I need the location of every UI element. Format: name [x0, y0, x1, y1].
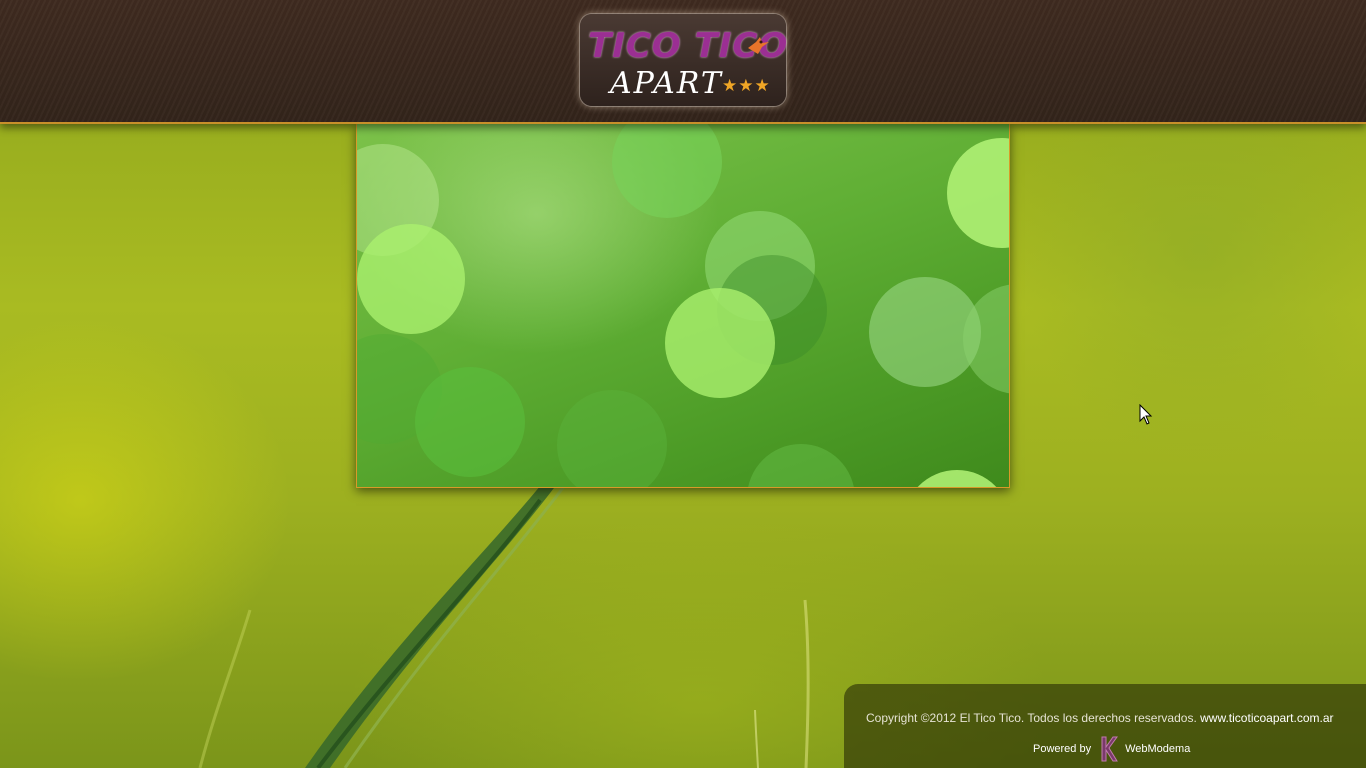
powered-by[interactable]: Powered by WebModema: [1033, 735, 1190, 763]
slideshow-image[interactable]: [356, 124, 1010, 488]
mouse-pointer-icon: [1139, 404, 1153, 425]
bokeh-circle: [357, 224, 465, 334]
bokeh-circle: [903, 470, 1009, 487]
logo-subtitle: APART: [610, 66, 723, 101]
bokeh-circle: [612, 124, 722, 218]
bird-icon: [748, 37, 769, 54]
logo-stars: ★★★: [722, 76, 771, 95]
site-footer: Copyright ©2012 El Tico Tico. Todos los …: [844, 684, 1366, 768]
powered-label: Powered by: [1033, 743, 1092, 755]
powered-brand: WebModema: [1125, 743, 1191, 755]
bokeh-circle: [947, 138, 1009, 248]
bokeh-circle: [557, 390, 667, 487]
site-link[interactable]: www.ticoticoapart.com.ar: [1200, 711, 1333, 725]
copyright-text: Copyright ©2012 El Tico Tico. Todos los …: [866, 711, 1197, 725]
site-header: TICO TICO APART ★★★: [0, 0, 1366, 124]
bokeh-circle: [415, 367, 525, 477]
bokeh-circle: [747, 444, 855, 487]
bokeh-circle: [665, 288, 775, 398]
site-logo[interactable]: TICO TICO APART ★★★: [580, 14, 787, 106]
copyright-line: Copyright ©2012 El Tico Tico. Todos los …: [866, 711, 1334, 725]
webmodema-logo-icon: [1101, 736, 1119, 762]
